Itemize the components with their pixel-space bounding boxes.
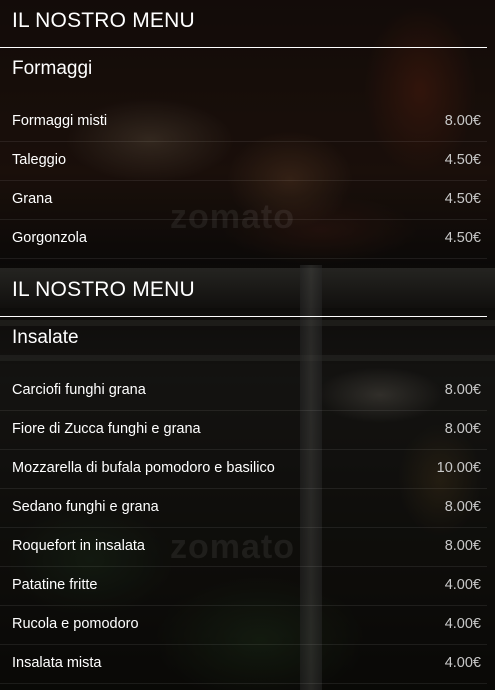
menu-item-row[interactable]: Patatine fritte 4.00€ bbox=[0, 567, 487, 606]
menu-item-row[interactable]: Carciofi funghi grana 8.00€ bbox=[0, 372, 487, 411]
menu-item-price: 4.50€ bbox=[444, 191, 481, 207]
menu-item-price: 10.00€ bbox=[436, 460, 481, 476]
menu-item-name: Formaggi misti bbox=[12, 113, 108, 129]
menu-item-price: 4.50€ bbox=[444, 230, 481, 246]
menu-item-price: 8.00€ bbox=[444, 499, 481, 515]
menu-heading-text: IL NOSTRO MENU bbox=[12, 278, 195, 301]
menu-item-price: 8.00€ bbox=[444, 113, 481, 129]
menu-item-row[interactable]: Taleggio 4.50€ bbox=[0, 142, 487, 181]
menu-item-row[interactable]: Rucola e pomodoro 4.00€ bbox=[0, 606, 487, 645]
menu-item-price: 8.00€ bbox=[444, 538, 481, 554]
menu-item-price: 4.00€ bbox=[444, 616, 481, 632]
menu-item-name: Fiore di Zucca funghi e grana bbox=[12, 421, 201, 437]
menu-item-row[interactable]: Fiore di Zucca funghi e grana 8.00€ bbox=[0, 411, 487, 450]
menu-item-name: Sedano funghi e grana bbox=[12, 499, 159, 515]
menu-item-price: 8.00€ bbox=[444, 382, 481, 398]
menu-item-row[interactable]: Formaggi misti 8.00€ bbox=[0, 103, 487, 142]
menu-item-name: Grana bbox=[12, 191, 53, 207]
menu-item-name: Roquefort in insalata bbox=[12, 538, 145, 554]
menu-item-price: 4.00€ bbox=[444, 655, 481, 671]
menu-item-row[interactable]: Insalata mista 4.00€ bbox=[0, 645, 487, 684]
watermark-logo: zomato bbox=[170, 528, 295, 566]
menu-item-row[interactable]: Mozzarella di bufala pomodoro e basilico… bbox=[0, 450, 487, 489]
menu-item-price: 4.50€ bbox=[444, 152, 481, 168]
menu-item-name: Mozzarella di bufala pomodoro e basilico bbox=[12, 460, 275, 476]
menu-item-row[interactable]: Sedano funghi e grana 8.00€ bbox=[0, 489, 487, 528]
menu-item-name: Carciofi funghi grana bbox=[12, 382, 146, 398]
category-title-formaggi: Formaggi bbox=[12, 58, 93, 79]
menu-heading: IL NOSTRO MENU bbox=[0, 0, 487, 48]
menu-item-name: Patatine fritte bbox=[12, 577, 98, 593]
watermark-logo: zomato bbox=[170, 198, 295, 236]
menu-heading-text: IL NOSTRO MENU bbox=[12, 9, 195, 32]
menu-page: IL NOSTRO MENU Formaggi Formaggi misti 8… bbox=[0, 0, 495, 690]
menu-item-price: 8.00€ bbox=[444, 421, 481, 437]
menu-item-name: Rucola e pomodoro bbox=[12, 616, 139, 632]
menu-item-price: 4.00€ bbox=[444, 577, 481, 593]
menu-item-name: Insalata mista bbox=[12, 655, 102, 671]
menu-item-name: Gorgonzola bbox=[12, 230, 87, 246]
menu-item-name: Taleggio bbox=[12, 152, 67, 168]
menu-heading: IL NOSTRO MENU bbox=[0, 269, 487, 317]
category-title-insalate: Insalate bbox=[12, 327, 79, 348]
